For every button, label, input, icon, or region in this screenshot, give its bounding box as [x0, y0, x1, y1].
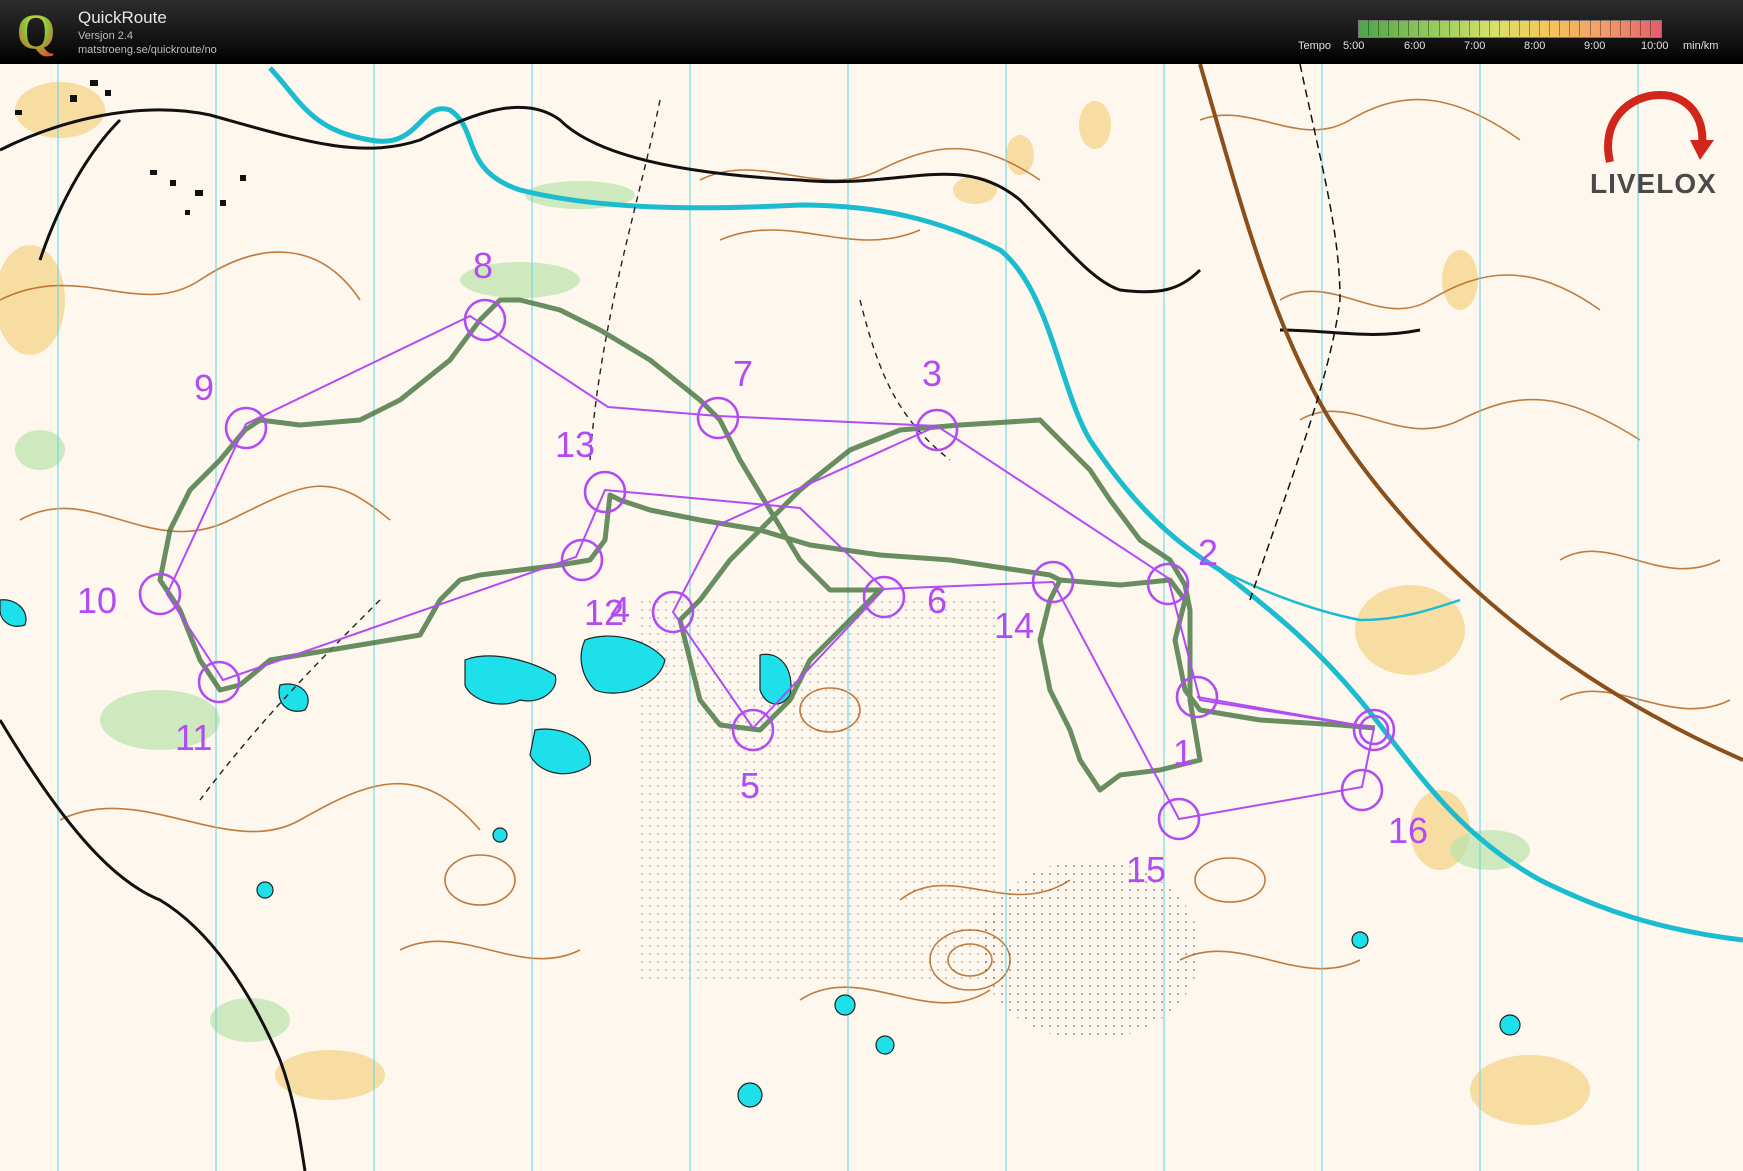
- tempo-label: Tempo: [1298, 40, 1332, 52]
- rocky-terrain: [980, 860, 1200, 1040]
- tempo-tick: [1639, 20, 1641, 36]
- tempo-tick: [1438, 20, 1440, 36]
- tempo-tick: [1458, 20, 1460, 36]
- tempo-tick: [1539, 20, 1541, 36]
- app-title: QuickRoute: [78, 8, 167, 27]
- tempo-value-5: 5:00: [1343, 40, 1365, 52]
- tempo-tick: [1378, 20, 1380, 36]
- control-label-6: 6: [927, 580, 947, 621]
- control-label-5: 5: [740, 765, 760, 806]
- control-label-15: 15: [1126, 849, 1166, 890]
- tempo-tick: [1649, 20, 1651, 36]
- tempo-value-8: 8:00: [1524, 40, 1546, 52]
- tempo-tick: [1428, 20, 1430, 36]
- control-label-16: 16: [1388, 810, 1428, 851]
- control-label-11: 11: [175, 717, 212, 758]
- tempo-value-10: 10:00: [1641, 40, 1669, 52]
- tempo-tick: [1529, 20, 1531, 36]
- control-label-13: 13: [555, 424, 595, 465]
- control-label-1: 1: [1173, 732, 1193, 773]
- quickroute-logo-icon: Q: [17, 6, 56, 58]
- tempo-unit: min/km: [1683, 40, 1719, 52]
- tempo-tick: [1478, 20, 1480, 36]
- tempo-tick: [1549, 20, 1551, 36]
- tempo-tick: [1619, 20, 1621, 36]
- tempo-tick: [1448, 20, 1450, 36]
- tempo-value-6: 6:00: [1404, 40, 1426, 52]
- tempo-tick: [1388, 20, 1390, 36]
- tempo-scale-ticks: [1358, 20, 1660, 36]
- tempo-tick: [1488, 20, 1490, 36]
- tempo-tick: [1398, 20, 1400, 36]
- tempo-tick: [1629, 20, 1631, 36]
- orienteering-map[interactable]: 1 2 3 4 5 6 7 8 9 10 11 12 13 14 15 16: [0, 64, 1743, 1171]
- control-label-8: 8: [473, 245, 493, 286]
- tempo-tick: [1599, 20, 1601, 36]
- tempo-value-9: 9:00: [1584, 40, 1606, 52]
- tempo-tick: [1569, 20, 1571, 36]
- tempo-tick: [1468, 20, 1470, 36]
- tempo-tick: [1509, 20, 1510, 36]
- tempo-tick: [1408, 20, 1410, 36]
- livelox-logo: LIVELOX: [1590, 168, 1717, 199]
- tempo-value-7: 7:00: [1464, 40, 1486, 52]
- tempo-tick: [1609, 20, 1611, 36]
- app-url[interactable]: matstroeng.se/quickroute/no: [78, 44, 217, 56]
- tempo-tick: [1559, 20, 1561, 36]
- control-label-14: 14: [994, 605, 1034, 646]
- tempo-tick: [1519, 20, 1521, 36]
- tempo-tick: [1589, 20, 1591, 36]
- svg-text:Q: Q: [17, 6, 56, 58]
- control-label-10: 10: [77, 580, 117, 621]
- control-label-12: 12: [584, 592, 624, 633]
- tempo-tick: [1418, 20, 1420, 36]
- control-label-3: 3: [922, 353, 942, 394]
- tempo-tick: [1498, 20, 1500, 36]
- control-label-9: 9: [194, 367, 214, 408]
- app-header: Q QuickRoute Versjon 2.4 matstroeng.se/q…: [0, 0, 1743, 64]
- tempo-tick: [1579, 20, 1581, 36]
- tempo-tick: [1368, 20, 1370, 36]
- app-version: Versjon 2.4: [78, 30, 134, 42]
- control-label-2: 2: [1198, 532, 1218, 573]
- control-label-7: 7: [733, 353, 753, 394]
